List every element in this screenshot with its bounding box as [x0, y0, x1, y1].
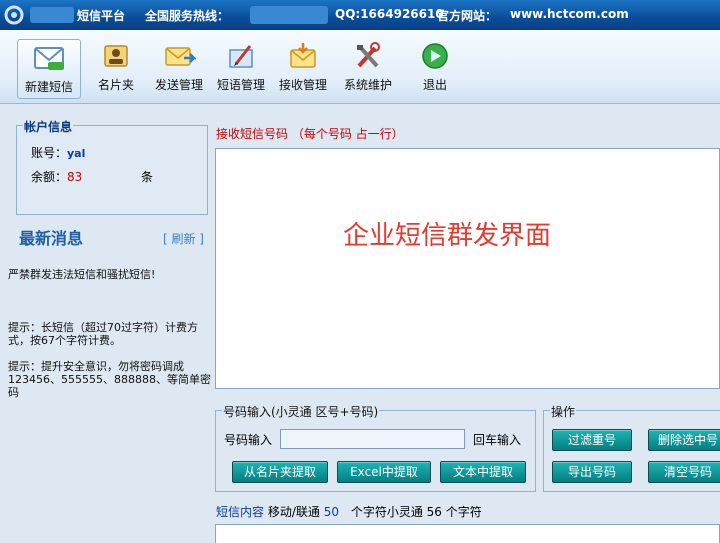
number-input-group: 号码输入(小灵通 区号+号码) 号码输入 回车输入 从名片夹提取 Excel中提…	[215, 403, 536, 492]
platform-title: 短信平台	[77, 9, 126, 23]
message-textarea[interactable]	[215, 524, 720, 543]
site-label: 官方网站：	[437, 9, 498, 23]
toolbar-new-message[interactable]: 新建短信	[17, 39, 81, 99]
enter-hint: 回车输入	[473, 433, 522, 447]
account-info-panel: 帐户信息 账号：yal 余额：83 条	[16, 118, 208, 215]
message-label: 短信内容	[216, 505, 265, 519]
app-logo-icon	[4, 5, 24, 25]
filter-duplicates-button[interactable]: 过滤重号	[552, 429, 632, 451]
account-info-title: 帐户信息	[23, 118, 74, 135]
account-balance-row: 余额：83	[31, 168, 82, 185]
qq-number: QQ:1664926610	[335, 7, 444, 21]
carrier-label: 移动/联通	[267, 505, 320, 519]
toolbar-exit[interactable]: 退出	[403, 38, 467, 100]
toolbar-send-manage[interactable]: 发送管理	[147, 38, 211, 100]
extract-from-cards-button[interactable]: 从名片夹提取	[232, 461, 328, 483]
number-input-field[interactable]	[280, 429, 465, 449]
receive-manage-icon	[290, 43, 316, 68]
refresh-link[interactable]: [ 刷新 ]	[163, 230, 204, 247]
news-tip-billing: 提示：长短信（超过70过字符）计费方式，按67个字符计费。	[8, 321, 198, 347]
message-content-label: 短信内容 移动/联通 50 个字符小灵通 56 个字符	[216, 503, 482, 520]
new-message-icon	[34, 47, 64, 70]
toolbar-label: 退出	[422, 78, 447, 92]
main-toolbar: 新建短信 名片夹 发送管理 短语管理 接收管理 系统维护 退出	[0, 30, 720, 104]
toolbar-label: 系统维护	[343, 78, 392, 92]
receiver-label: 接收短信号码 （每个号码 占一行）	[216, 127, 404, 141]
account-user-value: yal	[67, 147, 86, 160]
extract-from-text-button[interactable]: 文本中提取	[440, 461, 526, 483]
watermark-caption: 企业短信群发界面	[343, 221, 552, 251]
operations-group: 操作 过滤重号 删除选中号 导出号码 清空号码	[543, 403, 720, 492]
account-user-label: 账号：	[31, 146, 68, 160]
hotline-label: 全国服务热线：	[145, 9, 230, 23]
left-panel: 帐户信息 账号：yal 余额：83 条 最新消息 [ 刷新 ] 严禁群发违法短信…	[0, 105, 212, 543]
account-balance-label: 余额：	[31, 170, 68, 184]
extract-from-excel-button[interactable]: Excel中提取	[337, 461, 431, 483]
toolbar-label: 发送管理	[154, 78, 203, 92]
toolbar-phrase-manage[interactable]: 短语管理	[209, 38, 273, 100]
news-tip-security: 提示：提升安全意识，勿将密码调成123456、555555、888888、等简单…	[8, 360, 211, 399]
system-maintenance-icon	[357, 42, 380, 68]
news-warning: 严禁群发违法短信和骚扰短信!	[8, 268, 156, 281]
toolbar-label: 短语管理	[216, 78, 265, 92]
char-suffix: 个字符小灵通 56 个字符	[350, 505, 482, 519]
exit-icon	[422, 43, 448, 69]
account-balance-unit: 条	[141, 170, 154, 184]
toolbar-label: 名片夹	[97, 78, 134, 92]
clear-numbers-button[interactable]: 清空号码	[648, 461, 720, 483]
phrase-manage-icon	[229, 45, 253, 68]
account-balance-value: 83	[67, 170, 83, 184]
news-title: 最新消息	[19, 229, 84, 248]
char-count: 50	[323, 505, 339, 519]
title-bar: 短信平台 全国服务热线： QQ:1664926610 官方网站： www.hct…	[0, 0, 720, 30]
number-field-label: 号码输入	[224, 433, 273, 447]
operations-title: 操作	[550, 403, 577, 420]
site-url[interactable]: www.hctcom.com	[510, 7, 629, 21]
send-manage-icon	[165, 47, 196, 66]
toolbar-system-maintenance[interactable]: 系统维护	[336, 38, 400, 100]
export-numbers-button[interactable]: 导出号码	[552, 461, 632, 483]
number-input-title: 号码输入(小灵通 区号+号码)	[222, 403, 380, 420]
delete-selected-button[interactable]: 删除选中号	[648, 429, 720, 451]
toolbar-label: 新建短信	[24, 80, 73, 94]
masked-area	[30, 7, 74, 23]
account-user-row: 账号：yal	[31, 144, 85, 161]
toolbar-receive-manage[interactable]: 接收管理	[271, 38, 335, 100]
masked-hotline	[250, 6, 328, 24]
contacts-icon	[104, 45, 128, 67]
receiver-textarea[interactable]: 企业短信群发界面	[215, 148, 720, 389]
toolbar-contacts[interactable]: 名片夹	[84, 38, 148, 100]
toolbar-label: 接收管理	[278, 78, 327, 92]
